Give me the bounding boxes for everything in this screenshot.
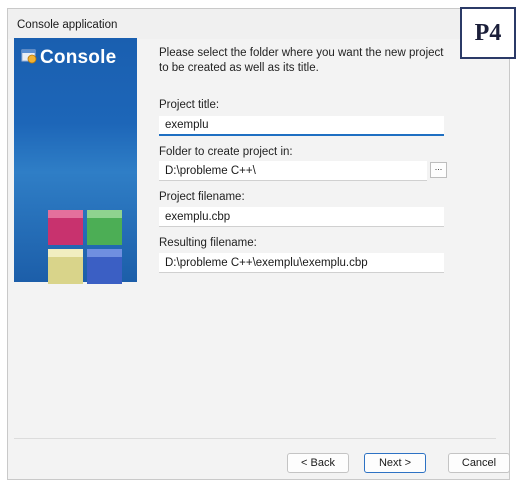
browse-folder-button[interactable]: ...: [430, 162, 447, 178]
codeblocks-logo-icon: [48, 210, 122, 284]
intro-text: Please select the folder where you want …: [159, 47, 444, 74]
cancel-button[interactable]: Cancel: [448, 453, 510, 473]
project-filename-label: Project filename:: [159, 191, 245, 203]
resulting-filename-label: Resulting filename:: [159, 237, 257, 249]
project-filename-input[interactable]: [159, 207, 444, 227]
footer-divider: [14, 438, 496, 439]
project-title-label: Project title:: [159, 99, 220, 111]
title-bar: Console application: [8, 9, 509, 39]
wizard-banner: Console: [14, 38, 137, 284]
banner-title: Console: [40, 47, 117, 68]
page-badge: P4: [460, 7, 516, 59]
console-app-icon: [21, 49, 37, 64]
resulting-filename-input[interactable]: [159, 253, 444, 273]
back-button[interactable]: < Back: [287, 453, 349, 473]
folder-input[interactable]: [159, 161, 427, 181]
folder-label: Folder to create project in:: [159, 146, 293, 158]
project-title-input[interactable]: [159, 116, 444, 136]
next-button[interactable]: Next >: [364, 453, 426, 473]
window-title: Console application: [17, 19, 118, 31]
